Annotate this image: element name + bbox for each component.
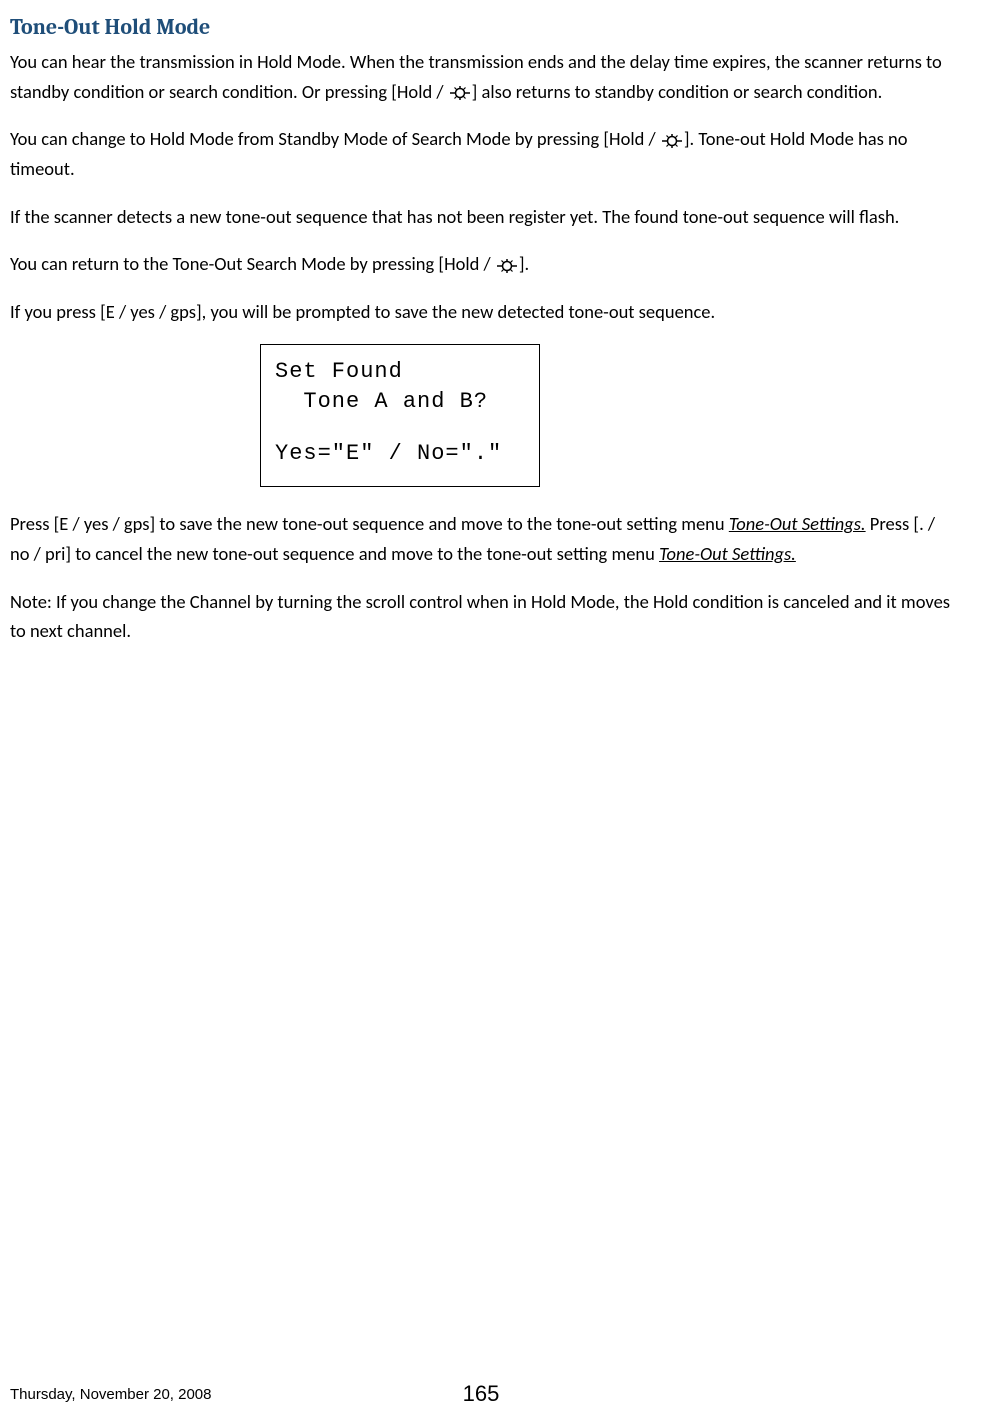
paragraph-6: Press [E / yes / gps] to save the new to…	[10, 509, 952, 568]
p1-text-b: ] also returns to standby condition or s…	[472, 80, 883, 103]
p4-text-b: ].	[519, 252, 529, 275]
paragraph-2: You can change to Hold Mode from Standby…	[10, 124, 952, 183]
section-heading: Tone-Out Hold Mode	[10, 10, 952, 45]
link-tone-out-settings-2[interactable]: Tone-Out Settings.	[659, 542, 796, 565]
footer-page-number: 165	[463, 1376, 500, 1411]
p6-text-a: Press [E / yes / gps] to save the new to…	[10, 512, 729, 535]
lcd-line-1: Set Found	[275, 357, 525, 387]
footer-date: Thursday, November 20, 2008	[10, 1383, 212, 1407]
paragraph-5: If you press [E / yes / gps], you will b…	[10, 297, 952, 327]
p4-text-a: You can return to the Tone-Out Search Mo…	[10, 252, 495, 275]
lcd-blank-line	[275, 417, 525, 439]
link-tone-out-settings-1[interactable]: Tone-Out Settings.	[729, 512, 866, 535]
hold-key-icon	[449, 84, 471, 102]
hold-key-icon	[661, 132, 683, 150]
hold-key-icon	[496, 257, 518, 275]
paragraph-4: You can return to the Tone-Out Search Mo…	[10, 249, 952, 279]
paragraph-7: Note: If you change the Channel by turni…	[10, 587, 952, 646]
lcd-display-box: Set Found Tone A and B? Yes="E" / No="."	[260, 344, 540, 487]
p2-text-a: You can change to Hold Mode from Standby…	[10, 127, 660, 150]
lcd-line-2: Tone A and B?	[275, 387, 525, 417]
paragraph-1: You can hear the transmission in Hold Mo…	[10, 47, 952, 106]
lcd-line-3: Yes="E" / No="."	[275, 439, 525, 469]
paragraph-3: If the scanner detects a new tone-out se…	[10, 202, 952, 232]
